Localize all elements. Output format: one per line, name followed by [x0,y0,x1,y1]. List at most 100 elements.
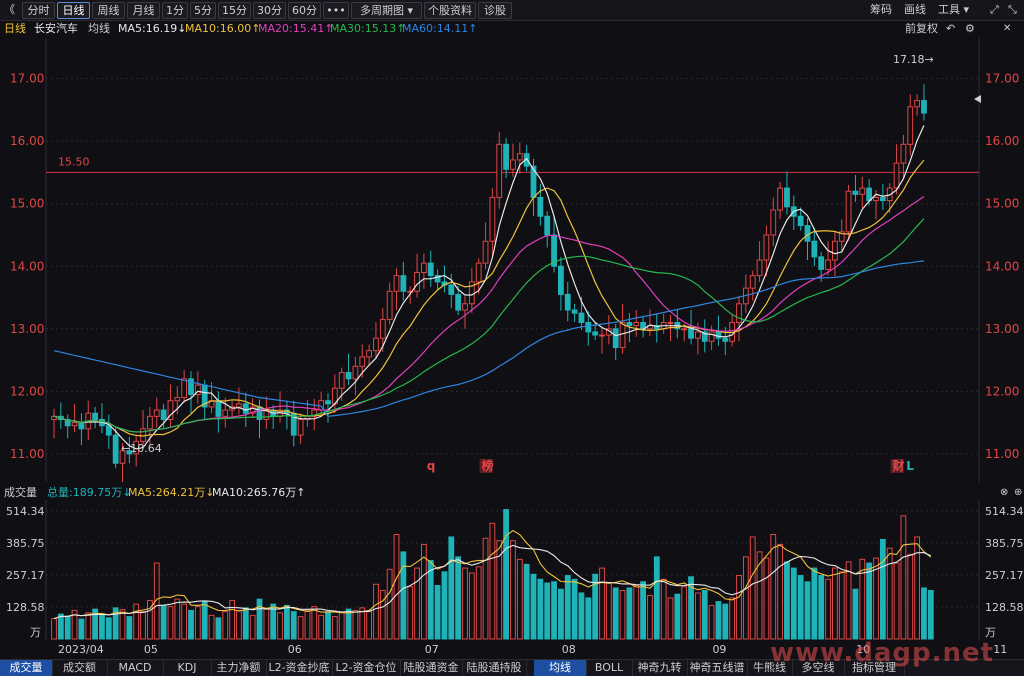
volume-bar[interactable] [784,561,790,640]
candle-body[interactable] [914,100,921,108]
volume-bar[interactable] [373,583,379,640]
volume-bar[interactable] [578,592,585,640]
candle-body[interactable] [352,365,359,380]
candle-body[interactable] [599,334,605,337]
volume-bar[interactable] [749,536,756,640]
volume-bar[interactable] [612,587,619,640]
volume-bar[interactable] [818,575,825,640]
volume-bar[interactable] [845,561,852,640]
volume-bar[interactable] [64,615,71,640]
volume-bar[interactable] [331,616,338,640]
volume-close-icon[interactable]: ⊗ [1000,484,1008,501]
candle-body[interactable] [626,322,633,327]
candle-body[interactable] [496,143,503,198]
volume-bar[interactable] [297,616,304,640]
volume-bar[interactable] [277,612,283,640]
event-marker[interactable]: 财 [892,458,905,473]
adjust-dropdown[interactable]: 前复权 [905,20,938,37]
close-icon[interactable]: ✕ [1003,20,1011,37]
volume-bar[interactable] [736,575,742,640]
volume-bar[interactable] [51,618,57,640]
candle-body[interactable] [749,275,756,289]
candle-body[interactable] [770,209,777,236]
volume-bar[interactable] [530,573,537,640]
indicator-name[interactable]: 均线 [88,20,110,37]
volume-bar[interactable] [434,584,441,640]
volume-bar[interactable] [653,556,660,640]
volume-bar[interactable] [338,612,345,640]
volume-bar[interactable] [304,609,311,640]
candle-body[interactable] [366,350,373,358]
candle-body[interactable] [475,262,482,283]
candle-body[interactable] [359,356,366,367]
volume-bar[interactable] [660,578,667,640]
candle-body[interactable] [585,322,592,333]
candle-body[interactable] [482,240,489,264]
volume-bar[interactable] [441,571,448,640]
volume-bar[interactable] [229,599,235,640]
candle-body[interactable] [825,259,831,270]
indicator-tab-3[interactable]: KDJ [163,660,212,676]
volume-bar[interactable] [516,558,523,640]
volume-bar[interactable] [208,614,215,640]
candle-body[interactable] [325,400,331,405]
candle-body[interactable] [71,422,78,427]
toolbar-right-2[interactable]: 工具 ▾ [938,2,969,17]
volume-bar[interactable] [455,556,462,640]
volume-bar[interactable] [571,578,578,640]
volume-add-icon[interactable]: ⊕ [1014,484,1022,501]
candle-body[interactable] [455,293,462,311]
candle-body[interactable] [373,337,379,352]
candle-body[interactable] [859,187,866,195]
indicator-tab-1[interactable]: 成交额 [52,660,108,676]
candle-body[interactable] [873,196,879,202]
volume-bar[interactable] [797,575,804,640]
volume-bar[interactable] [647,594,653,640]
volume-bar[interactable] [893,562,900,640]
collapse-icon[interactable]: ⤡ [1008,2,1017,17]
candle-body[interactable] [174,397,181,402]
candle-body[interactable] [427,262,434,277]
volume-bar[interactable] [681,586,688,640]
indicator-tab-7[interactable]: 陆股通资金 [400,660,463,676]
candle-body[interactable] [510,159,516,170]
candle-body[interactable] [92,412,98,420]
candle-body[interactable] [879,196,886,202]
volume-bar[interactable] [804,581,811,640]
volume-bar[interactable] [619,589,626,640]
candle-body[interactable] [900,143,907,164]
indicator-tab-8[interactable]: 陆股通持股 [462,660,527,676]
event-marker[interactable]: q [427,459,436,473]
volume-bar[interactable] [85,612,92,640]
volume-bar[interactable] [640,581,647,640]
tab-4[interactable]: 1分 [162,2,188,19]
volume-bar[interactable] [222,611,229,640]
candle-body[interactable] [578,312,585,324]
candle-body[interactable] [736,303,742,324]
volume-bar[interactable] [448,536,455,640]
candle-body[interactable] [784,187,790,208]
volume-bar[interactable] [167,606,174,640]
candle-body[interactable] [297,418,304,436]
settings-icon[interactable]: ⚙ [965,20,975,37]
volume-bar[interactable] [742,556,749,640]
volume-bar[interactable] [284,604,290,640]
volume-bar[interactable] [585,597,592,640]
volume-bar[interactable] [790,567,797,640]
volume-chart[interactable]: 514.34 514.34 385.75 385.75 257.17 257.17 128.… [0,500,1024,659]
volume-bar[interactable] [475,566,482,640]
volume-bar[interactable] [558,588,564,640]
toolbar-right-1[interactable]: 画线 [904,2,926,17]
candle-body[interactable] [681,328,688,331]
volume-bar[interactable] [838,571,845,640]
volume-bar[interactable] [729,597,736,640]
volume-bar[interactable] [503,509,510,640]
candle-body[interactable] [140,428,146,442]
candle-body[interactable] [756,259,763,277]
tab-2[interactable]: 周线 [92,2,125,19]
volume-bar[interactable] [886,547,893,640]
volume-bar[interactable] [379,589,386,640]
volume-bar[interactable] [879,538,886,640]
volume-bar[interactable] [564,575,571,640]
volume-bar[interactable] [907,553,914,640]
